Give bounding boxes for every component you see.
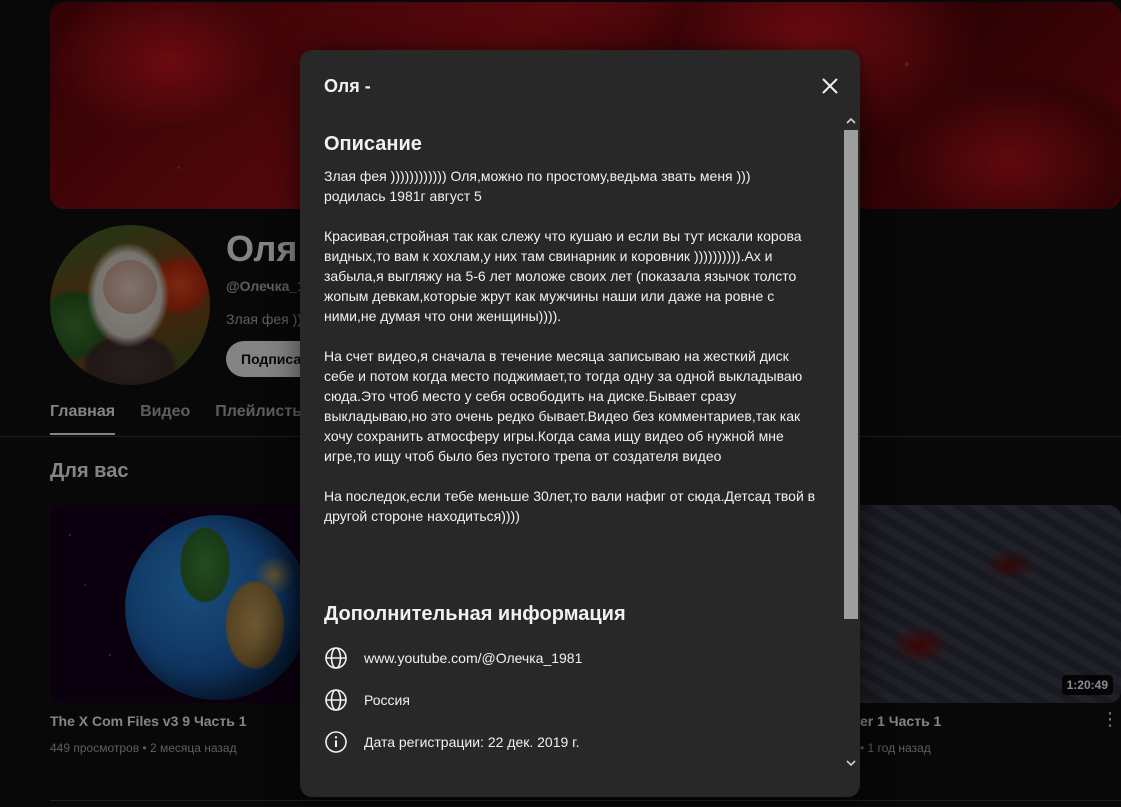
info-icon: [325, 731, 347, 753]
scroll-up-arrow-icon[interactable]: [846, 116, 856, 126]
country-text: Россия: [364, 692, 410, 708]
info-row-country: Россия: [324, 688, 410, 712]
info-row-joined: Дата регистрации: 22 дек. 2019 г.: [324, 730, 579, 754]
info-row-url: www.youtube.com/@Олечка_1981: [324, 646, 582, 670]
about-dialog: Оля - Описание Злая фея )))))))))))) Оля…: [300, 50, 860, 797]
globe-icon: [325, 689, 347, 711]
join-date-text: Дата регистрации: 22 дек. 2019 г.: [364, 734, 580, 750]
scrollbar-thumb[interactable]: [844, 130, 858, 619]
scroll-down-arrow-icon[interactable]: [846, 758, 856, 768]
dialog-scrollbar[interactable]: [843, 112, 859, 772]
dialog-content: Описание Злая фея )))))))))))) Оля,можно…: [324, 132, 824, 526]
channel-url-link[interactable]: www.youtube.com/@Олечка_1981: [364, 650, 582, 666]
dialog-title: Оля -: [324, 76, 371, 96]
description-text: Злая фея )))))))))))) Оля,можно по прост…: [324, 168, 816, 524]
more-info-heading: Дополнительная информация: [324, 603, 626, 625]
close-button[interactable]: [814, 70, 846, 102]
description-heading: Описание: [324, 133, 422, 155]
close-icon: [822, 78, 838, 94]
globe-icon: [325, 647, 347, 669]
